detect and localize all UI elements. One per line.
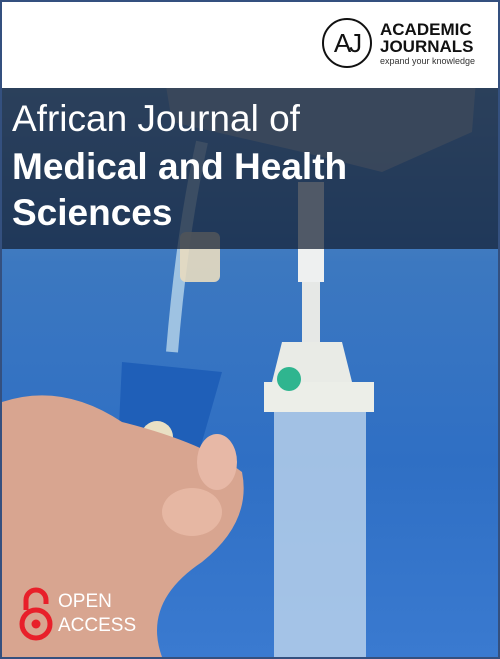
title-band: African Journal of Medical and Health Sc…	[2, 88, 498, 249]
aj-monogram-icon: AJ	[322, 18, 372, 68]
journal-cover: AJ ACADEMIC JOURNALS expand your knowled…	[0, 0, 500, 659]
open-access-lock-icon	[19, 587, 53, 641]
academic-journals-logo: AJ ACADEMIC JOURNALS expand your knowled…	[322, 18, 475, 68]
open-access-line2: ACCESS	[58, 615, 137, 636]
publisher-tagline: expand your knowledge	[380, 55, 476, 66]
journal-title-line1: African Journal of	[12, 98, 300, 139]
journal-title-line3: Sciences	[12, 192, 173, 233]
publisher-name-line2: JOURNALS	[380, 36, 474, 56]
open-access-badge: OPEN ACCESS	[18, 586, 136, 642]
journal-title-line2: Medical and Health	[12, 146, 348, 187]
publisher-name-line1: ACADEMIC	[380, 19, 472, 39]
open-access-line1: OPEN	[58, 591, 112, 612]
publisher-header: AJ ACADEMIC JOURNALS expand your knowled…	[2, 2, 498, 88]
